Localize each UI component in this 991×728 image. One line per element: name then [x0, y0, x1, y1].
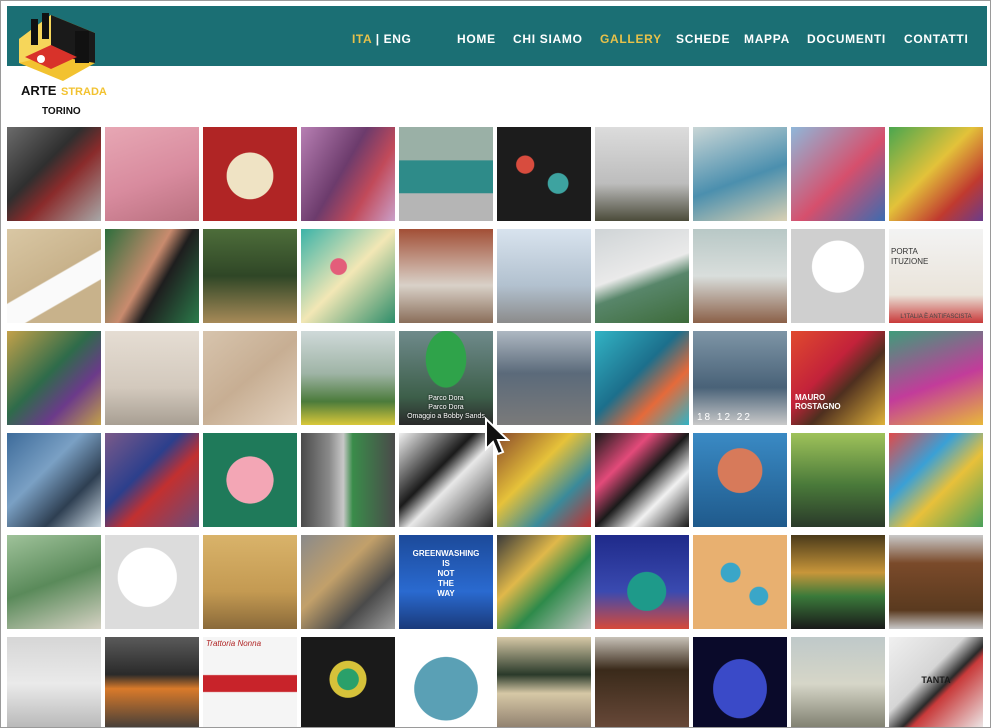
hover-caption: Parco Dora Parco Dora Omaggio a Bobby Sa…: [399, 394, 493, 421]
hover-caption-line3: Omaggio a Bobby Sands: [407, 413, 485, 420]
gallery-tile[interactable]: [595, 229, 689, 323]
gallery-tile[interactable]: [497, 535, 591, 629]
gallery-tile[interactable]: [7, 433, 101, 527]
gallery-tile[interactable]: [7, 637, 101, 727]
gallery-tile[interactable]: [693, 127, 787, 221]
gallery-tile[interactable]: [301, 331, 395, 425]
language-switcher: ITA | ENG: [352, 32, 411, 46]
tile-greenwashing-text: GREENWASHING: [412, 549, 480, 558]
gallery-tile[interactable]: [497, 229, 591, 323]
tile-tanta-text: TANTA: [921, 675, 951, 685]
gallery-tile[interactable]: [203, 331, 297, 425]
gallery-tile[interactable]: [791, 229, 885, 323]
gallery-tile[interactable]: [203, 229, 297, 323]
lang-separator: |: [375, 32, 380, 46]
gallery-tile[interactable]: [595, 637, 689, 727]
gallery-tile[interactable]: [7, 229, 101, 323]
gallery-tile[interactable]: [105, 127, 199, 221]
nav-chi-siamo[interactable]: CHI SIAMO: [513, 32, 583, 46]
gallery-tile[interactable]: [105, 535, 199, 629]
gallery-tile[interactable]: [105, 637, 199, 727]
gallery-tile[interactable]: [595, 331, 689, 425]
gallery-tile[interactable]: [693, 535, 787, 629]
tile-ituzione-text: ITUZIONE: [891, 257, 929, 266]
gallery-tile[interactable]: [497, 127, 591, 221]
logo-strada-text: STRADA: [61, 86, 107, 98]
site-logo[interactable]: ARTE STRADA TORINO: [15, 11, 109, 123]
gallery-tile[interactable]: [693, 433, 787, 527]
gallery-tile[interactable]: [301, 433, 395, 527]
gallery-tile[interactable]: [595, 433, 689, 527]
gallery-tile[interactable]: [105, 331, 199, 425]
gallery-tile[interactable]: [301, 127, 395, 221]
gallery-tile[interactable]: [693, 229, 787, 323]
gallery-tile[interactable]: [791, 637, 885, 727]
gallery-tile[interactable]: [301, 535, 395, 629]
nav-home[interactable]: HOME: [457, 32, 496, 46]
tile-date-text: 18 12 22: [697, 412, 752, 423]
gallery-tile[interactable]: [7, 127, 101, 221]
gallery-tile[interactable]: [595, 127, 689, 221]
tile-the-text: THE: [438, 579, 454, 588]
logo-arte-text: ARTE: [21, 83, 57, 98]
tile-italia-text: L'ITALIA È ANTIFASCISTA: [900, 314, 972, 320]
nav-documenti[interactable]: DOCUMENTI: [807, 32, 886, 46]
gallery-tile[interactable]: [889, 331, 983, 425]
nav-contatti[interactable]: CONTATTI: [904, 32, 968, 46]
gallery-tile[interactable]: [399, 127, 493, 221]
gallery-tile[interactable]: [889, 535, 983, 629]
gallery-tile[interactable]: [791, 433, 885, 527]
tile-is-text: IS: [442, 559, 450, 568]
tile-way-text: WAY: [437, 589, 455, 598]
nav-schede[interactable]: SCHEDE: [676, 32, 730, 46]
gallery-tile[interactable]: [105, 229, 199, 323]
gallery-tile[interactable]: Trattoria Nonna: [203, 637, 297, 727]
gallery-tile[interactable]: [7, 535, 101, 629]
gallery-tile[interactable]: [105, 433, 199, 527]
gallery-tile[interactable]: [497, 637, 591, 727]
tile-mauro-text: MAURO: [795, 393, 826, 402]
browser-viewport: ARTE STRADA TORINO ITA | ENG HOME CHI SI…: [0, 0, 991, 728]
logo-city-text: TORINO: [42, 106, 81, 117]
gallery-tile[interactable]: [595, 535, 689, 629]
gallery-tile[interactable]: [497, 331, 591, 425]
gallery-tile[interactable]: [399, 433, 493, 527]
gallery-tile[interactable]: [301, 637, 395, 727]
gallery-tile[interactable]: [203, 535, 297, 629]
gallery-tile[interactable]: Parco Dora Parco Dora Omaggio a Bobby Sa…: [399, 331, 493, 425]
gallery-tile[interactable]: 18 12 22: [693, 331, 787, 425]
gallery-tile[interactable]: TANTA: [889, 637, 983, 727]
gallery-tile[interactable]: MAURO ROSTAGNO: [791, 331, 885, 425]
tile-nonna-text: Nonna: [237, 639, 262, 648]
tile-rostagno-text: ROSTAGNO: [795, 402, 841, 411]
gallery-tile[interactable]: [301, 229, 395, 323]
tile-not-text: NOT: [437, 569, 455, 578]
gallery-tile[interactable]: [791, 127, 885, 221]
lang-ita-link[interactable]: ITA: [352, 32, 372, 46]
gallery-tile[interactable]: [399, 637, 493, 727]
gallery-tile[interactable]: [399, 229, 493, 323]
gallery-tile[interactable]: PORTA ITUZIONE L'ITALIA È ANTIFASCISTA: [889, 229, 983, 323]
gallery-tile[interactable]: [791, 535, 885, 629]
tile-porta-text: PORTA: [891, 247, 918, 256]
tile-trattoria-text: Trattoria: [206, 639, 236, 648]
nav-mappa[interactable]: MAPPA: [744, 32, 790, 46]
hover-caption-line1: Parco Dora: [428, 395, 464, 402]
gallery-tile[interactable]: GREENWASHING IS NOT THE WAY: [399, 535, 493, 629]
lang-eng-link[interactable]: ENG: [384, 32, 412, 46]
gallery-tile[interactable]: [203, 433, 297, 527]
gallery-tile[interactable]: [203, 127, 297, 221]
gallery-tile[interactable]: [497, 433, 591, 527]
nav-gallery[interactable]: GALLERY: [600, 32, 662, 46]
gallery-tile[interactable]: [889, 433, 983, 527]
hover-caption-line2: Parco Dora: [428, 404, 464, 411]
gallery-tile[interactable]: [7, 331, 101, 425]
gallery-tile[interactable]: [693, 637, 787, 727]
mouse-cursor-icon: [485, 417, 510, 456]
gallery-tile[interactable]: [889, 127, 983, 221]
